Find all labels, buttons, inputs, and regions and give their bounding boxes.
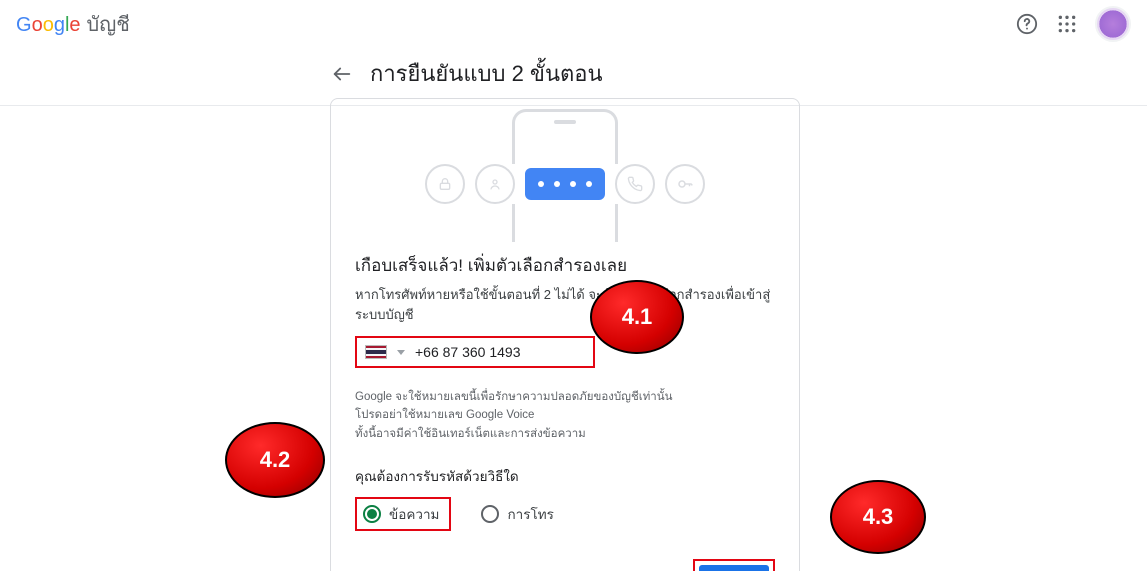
send-highlight-box: ส่ง	[693, 559, 775, 571]
card-heading: เกือบเสร็จแล้ว! เพิ่มตัวเลือกสำรองเลย	[355, 252, 775, 279]
note-line-3: ทั้งนี้อาจมีค่าใช้อินเทอร์เน็ตและการส่งข…	[355, 425, 775, 443]
code-pill-icon	[525, 168, 605, 200]
top-bar: G o o g l e บัญชี	[0, 0, 1147, 48]
setup-card: เกือบเสร็จแล้ว! เพิ่มตัวเลือกสำรองเลย หา…	[330, 98, 800, 571]
topbar-right	[1015, 6, 1131, 42]
brand: G o o g l e บัญชี	[16, 8, 130, 40]
chevron-down-icon[interactable]	[397, 350, 405, 355]
radio-text-message[interactable]: ข้อความ	[355, 497, 451, 531]
usage-note: Google จะใช้หมายเลขนี้เพื่อรักษาความปลอด…	[355, 388, 775, 443]
page-title: การยืนยันแบบ 2 ขั้นตอน	[370, 56, 603, 91]
illustration	[355, 109, 775, 242]
phone-value[interactable]: +66 87 360 1493	[415, 344, 521, 360]
icon-row	[423, 164, 707, 204]
lock-icon	[425, 164, 465, 204]
help-icon[interactable]	[1015, 12, 1039, 36]
phone-field[interactable]: +66 87 360 1493	[355, 336, 595, 368]
google-logo: G o o g l e	[16, 15, 81, 35]
callout-4-3: 4.3	[830, 480, 926, 554]
receive-method-question: คุณต้องการรับรหัสด้วยวิธีใด	[355, 465, 775, 487]
card-subtext: หากโทรศัพท์หายหรือใช้ขั้นตอนที่ 2 ไม่ได้…	[355, 285, 775, 324]
user-icon	[475, 164, 515, 204]
radio-dot-icon	[481, 505, 499, 523]
card-footer: ใช้ตัวเลือกสำรองอีกตัวเลือกหนึ่ง ส่ง	[355, 559, 775, 571]
apps-grid-icon[interactable]	[1055, 12, 1079, 36]
radio-phone-call[interactable]: การโทร	[481, 503, 553, 525]
note-line-2: โปรดอย่าใช้หมายเลข Google Voice	[355, 406, 775, 424]
callout-4-1: 4.1	[590, 280, 684, 354]
callout-4-2: 4.2	[225, 422, 325, 498]
key-icon	[665, 164, 705, 204]
back-arrow-icon[interactable]	[330, 62, 354, 86]
note-line-1: Google จะใช้หมายเลขนี้เพื่อรักษาความปลอด…	[355, 388, 775, 406]
brand-suffix: บัญชี	[87, 8, 130, 40]
page-title-row: การยืนยันแบบ 2 ขั้นตอน	[0, 48, 1147, 105]
radio-row: ข้อความ การโทร	[355, 497, 775, 531]
avatar[interactable]	[1095, 6, 1131, 42]
country-flag-icon[interactable]	[365, 345, 387, 359]
radio-call-label: การโทร	[507, 503, 553, 525]
radio-dot-icon	[363, 505, 381, 523]
send-button[interactable]: ส่ง	[699, 565, 769, 571]
phone-call-icon	[615, 164, 655, 204]
radio-text-label: ข้อความ	[389, 503, 439, 525]
